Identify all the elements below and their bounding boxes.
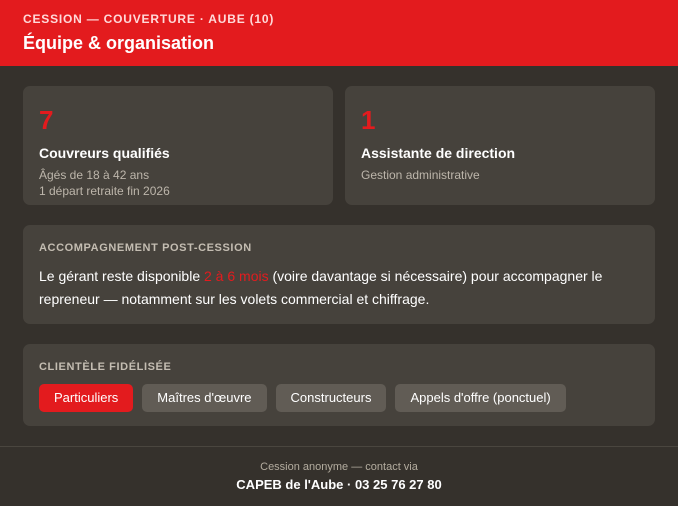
stat-card-roofers: 7 Couvreurs qualifiés Âgés de 18 à 42 an… [23,86,333,205]
tag-particuliers[interactable]: Particuliers [39,384,134,412]
support-title: ACCOMPAGNEMENT POST-CESSION [39,242,252,254]
support-text: Le gérant reste disponible 2 à 6 mois (v… [39,265,639,311]
clientele-title: CLIENTÈLE FIDÉLISÉE [39,361,172,373]
tag-appels-offre[interactable]: Appels d'offre (ponctuel) [395,384,566,412]
footer-contact: CAPEB de l'Aube · 03 25 76 27 80 [236,477,442,492]
stat-details: Gestion administrative [361,167,639,183]
clientele-card: CLIENTÈLE FIDÉLISÉE Particuliers Maîtres… [23,344,655,426]
footer-note: Cession anonyme — contact via [260,461,418,473]
clientele-tags: Particuliers Maîtres d'œuvre Constructeu… [39,384,639,412]
tag-maitres-oeuvre[interactable]: Maîtres d'œuvre [142,384,267,412]
page-title: Équipe & organisation [23,33,215,53]
stat-card-assistant: 1 Assistante de direction Gestion admini… [345,86,655,205]
support-card: ACCOMPAGNEMENT POST-CESSION Le gérant re… [23,225,655,324]
stat-label: Couvreurs qualifiés [39,145,170,161]
header-eyebrow: CESSION — COUVERTURE · AUBE (10) [23,12,275,26]
support-text-start: Le gérant reste disponible [39,268,204,284]
stat-detail-line: Âgés de 18 à 42 ans [39,168,150,182]
stat-details: Âgés de 18 à 42 ans 1 départ retraite fi… [39,167,317,199]
footer: Cession anonyme — contact via CAPEB de l… [0,460,678,494]
footer-divider [0,446,678,447]
stat-label: Assistante de direction [361,145,516,161]
support-duration-highlight: 2 à 6 mois [204,268,269,284]
page-header: CESSION — COUVERTURE · AUBE (10) Équipe … [0,0,678,66]
stat-detail-line: 1 départ retraite fin 2026 [39,184,170,198]
stat-detail-line: Gestion administrative [361,168,480,182]
tag-constructeurs[interactable]: Constructeurs [275,384,387,412]
stat-number: 1 [361,105,376,135]
stat-number: 7 [39,105,54,135]
